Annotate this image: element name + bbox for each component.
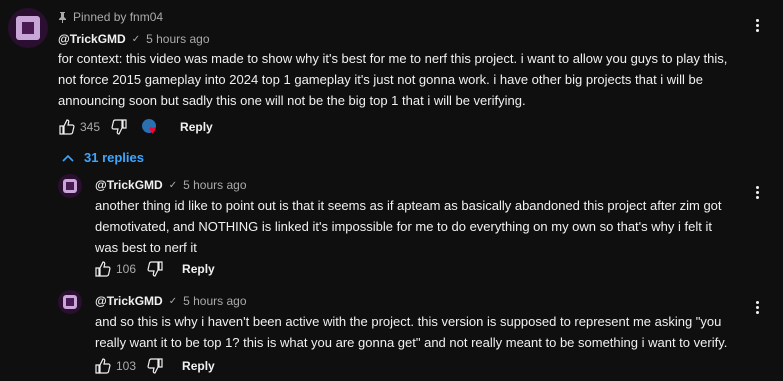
like-icon [59, 119, 75, 135]
avatar-image [62, 178, 78, 194]
reply-more-options-button[interactable] [747, 182, 767, 202]
more-options-icon [747, 15, 767, 35]
reply-button[interactable]: Reply [180, 120, 213, 134]
more-options-icon [747, 182, 767, 202]
comment-actions: 345 ♥ Reply [56, 116, 213, 138]
like-count: 345 [80, 120, 101, 134]
creator-heart-icon: ♥ [149, 123, 157, 137]
reply-header: @TrickGMD ✓ 5 hours ago [95, 294, 247, 308]
verified-check-icon: ✓ [168, 295, 178, 307]
like-button[interactable] [92, 258, 114, 280]
reply-author-name[interactable]: @TrickGMD [95, 294, 163, 308]
replies-count-label: 31 replies [84, 150, 144, 165]
like-button[interactable] [92, 355, 114, 377]
reply-avatar[interactable] [58, 174, 82, 198]
reply-button[interactable]: Reply [182, 262, 215, 276]
chevron-up-icon [62, 154, 74, 162]
dislike-icon [147, 261, 163, 277]
replies-toggle[interactable]: 31 replies [62, 150, 144, 165]
timestamp[interactable]: 5 hours ago [146, 32, 209, 46]
like-icon [95, 261, 111, 277]
creator-heart: ♥ [140, 116, 162, 138]
reply-timestamp[interactable]: 5 hours ago [183, 294, 246, 308]
avatar-image [16, 16, 40, 40]
like-icon [95, 358, 111, 374]
reply-timestamp[interactable]: 5 hours ago [183, 178, 246, 192]
reply-button[interactable]: Reply [182, 359, 215, 373]
comment-header: @TrickGMD ✓ 5 hours ago [58, 32, 210, 46]
verified-check-icon: ✓ [131, 33, 141, 45]
like-button[interactable] [56, 116, 78, 138]
reply-actions: 103 Reply [92, 355, 215, 377]
dislike-button[interactable] [144, 355, 166, 377]
pinned-indicator: Pinned by fnm04 [58, 10, 163, 24]
reply-avatar[interactable] [58, 290, 82, 314]
verified-check-icon: ✓ [168, 179, 178, 191]
dislike-icon [147, 358, 163, 374]
reply-text: another thing id like to point out is th… [95, 198, 722, 255]
more-options-button[interactable] [747, 15, 767, 35]
pinned-label: Pinned by fnm04 [73, 10, 164, 24]
reply-header: @TrickGMD ✓ 5 hours ago [95, 178, 247, 192]
reply-text: and so this is why i haven't been active… [95, 314, 728, 350]
pin-icon [58, 11, 67, 23]
comment-text: for context: this video was made to show… [58, 51, 728, 108]
like-count: 106 [116, 262, 137, 276]
avatar[interactable] [8, 8, 48, 48]
avatar-image [62, 294, 78, 310]
like-count: 103 [116, 359, 137, 373]
author-name[interactable]: @TrickGMD [58, 32, 126, 46]
reply-actions: 106 Reply [92, 258, 215, 280]
dislike-button[interactable] [144, 258, 166, 280]
reply-more-options-button[interactable] [747, 297, 767, 317]
dislike-button[interactable] [108, 116, 130, 138]
reply-author-name[interactable]: @TrickGMD [95, 178, 163, 192]
dislike-icon [111, 119, 127, 135]
more-options-icon [747, 297, 767, 317]
